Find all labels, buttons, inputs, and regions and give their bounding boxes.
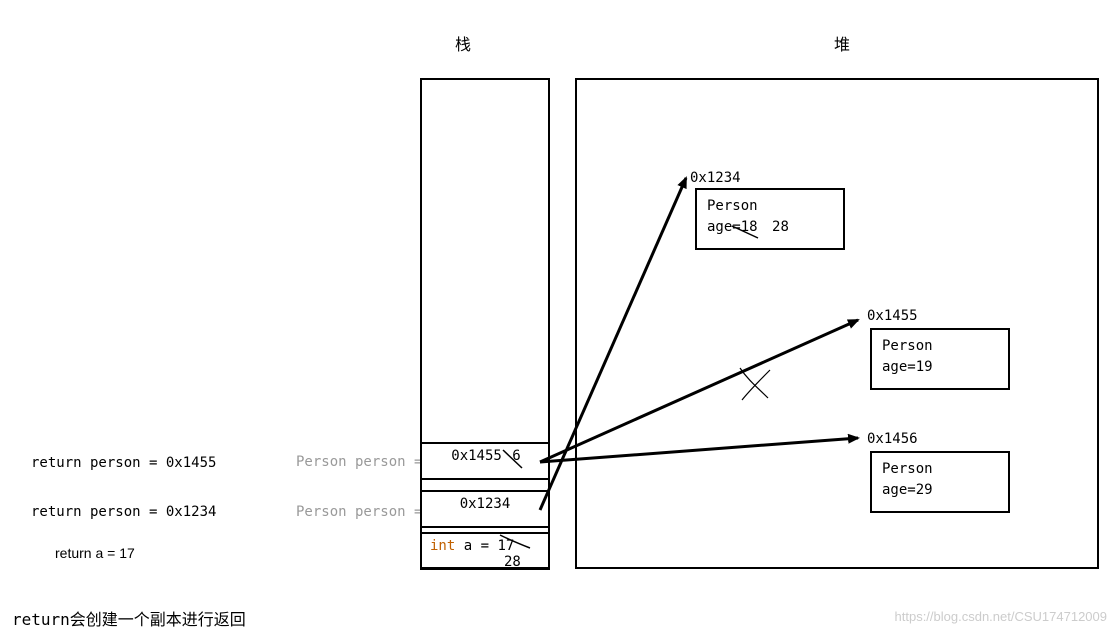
watermark: https://blog.csdn.net/CSU174712009 xyxy=(895,609,1107,624)
stack-cell-1: 0x1455 6 xyxy=(420,442,550,480)
heap-obj1-addr: 0x1234 xyxy=(690,170,741,186)
heap-obj1-line1: Person xyxy=(707,196,833,217)
return-person-1: return person = 0x1455 xyxy=(31,455,216,471)
stack-header: 栈 xyxy=(455,31,471,55)
heap-obj3-box: Person age=29 xyxy=(870,451,1010,513)
stack-cell-1-overwrite: 6 xyxy=(512,448,520,464)
stack-cell-3-int: int xyxy=(430,538,455,554)
heap-obj2-line2: age=19 xyxy=(882,357,998,378)
heap-obj2-line1: Person xyxy=(882,336,998,357)
stack-cell-2-value: 0x1234 xyxy=(460,496,511,512)
footer-note: return会创建一个副本进行返回 xyxy=(12,606,246,630)
heap-obj3-addr: 0x1456 xyxy=(867,431,918,447)
heap-box xyxy=(575,78,1099,569)
heap-header: 堆 xyxy=(834,31,850,55)
heap-obj1-age-new: 28 xyxy=(772,219,789,235)
return-a: return a = 17 xyxy=(55,545,135,561)
return-person-2: return person = 0x1234 xyxy=(31,504,216,520)
heap-obj1-box: Person age=18 28 xyxy=(695,188,845,250)
heap-obj2-box: Person age=19 xyxy=(870,328,1010,390)
gray-person-person-1: Person person = xyxy=(296,454,422,470)
stack-cell-2: 0x1234 xyxy=(420,490,550,528)
stack-cell-3-new: 28 xyxy=(504,554,521,570)
heap-obj3-line2: age=29 xyxy=(882,480,998,501)
stack-cell-1-main: 0x1455 xyxy=(451,448,502,464)
heap-obj1-age-prefix: age= xyxy=(707,219,741,235)
gray-person-person-2: Person person = xyxy=(296,504,422,520)
heap-obj1-age-old: 18 xyxy=(741,219,758,235)
heap-obj2-addr: 0x1455 xyxy=(867,308,918,324)
stack-cell-3-mid: a = xyxy=(455,538,497,554)
stack-cell-3: int a = 17 28 xyxy=(420,532,550,570)
heap-obj3-line1: Person xyxy=(882,459,998,480)
stack-cell-3-old: 17 xyxy=(497,538,514,554)
